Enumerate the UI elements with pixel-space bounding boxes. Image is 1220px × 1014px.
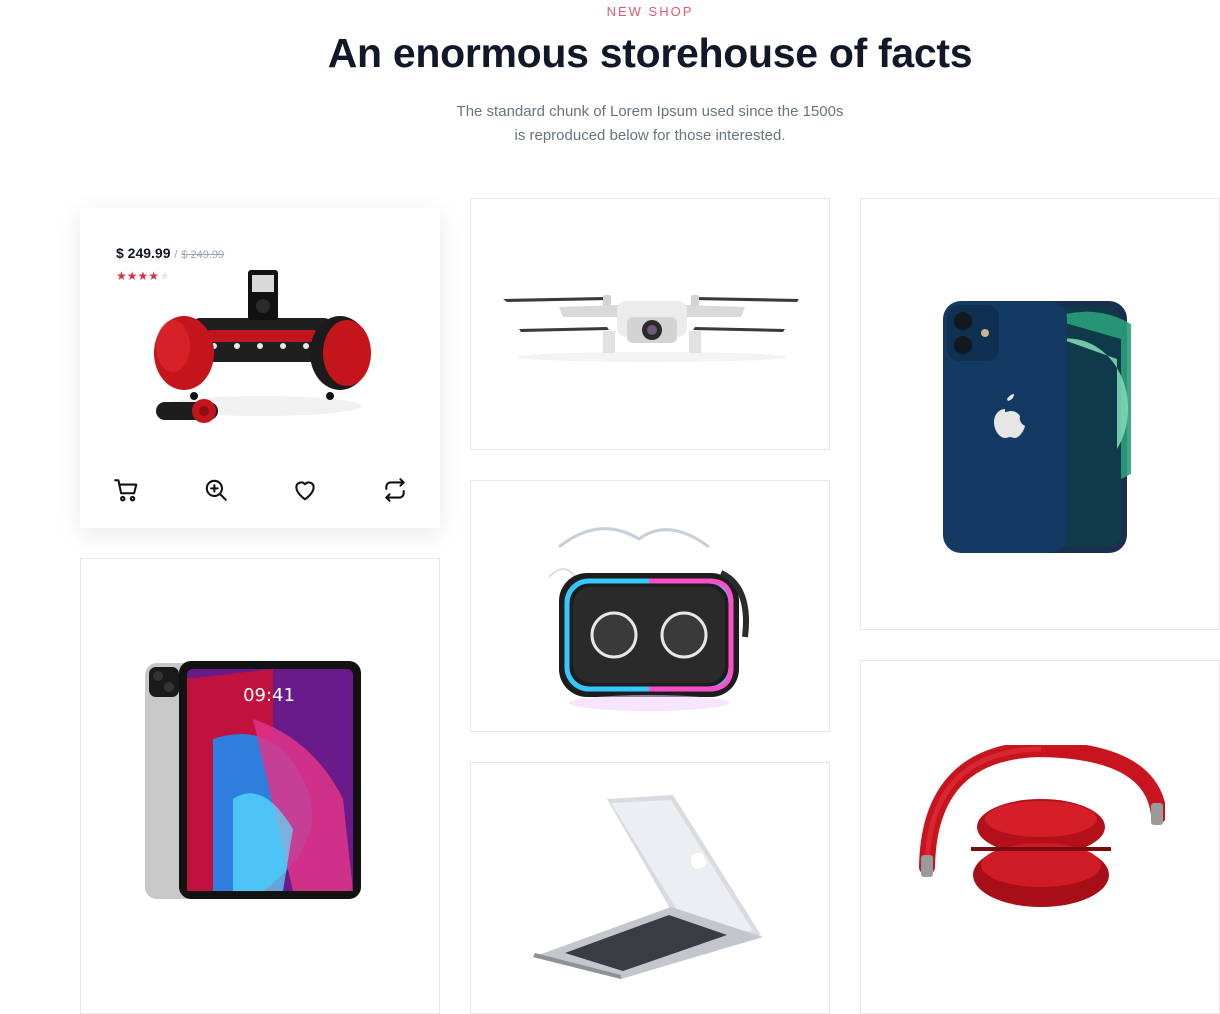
price-row: $ 249.99 / $ 249.99 — [116, 245, 224, 261]
product-card-tablet[interactable]: 09:41 — [80, 558, 440, 1014]
smartphone-image — [943, 301, 1131, 553]
product-card-smartphone[interactable] — [860, 198, 1220, 630]
drone-image — [503, 295, 799, 362]
tablet-image: 09:41 — [145, 661, 361, 899]
product-price: $ 249.99 — [116, 245, 171, 261]
product-card-bluetooth-speaker[interactable] — [470, 480, 830, 732]
section-subtitle: The standard chunk of Lorem Ipsum used s… — [456, 103, 844, 144]
star-icon: ★ — [126, 269, 138, 283]
star-icon: ★ — [137, 269, 149, 283]
quick-view-button[interactable] — [196, 470, 236, 510]
svg-text:09:41: 09:41 — [243, 685, 295, 706]
compare-button[interactable] — [375, 470, 415, 510]
section-title: An enormous storehouse of facts — [327, 30, 973, 76]
speaker-dock-image — [154, 270, 371, 423]
heart-icon — [295, 481, 315, 501]
star-icon: ★ — [116, 269, 127, 283]
section-eyebrow: NEW SHOP — [606, 4, 694, 19]
product-actions — [80, 470, 440, 510]
add-to-cart-button[interactable] — [106, 470, 146, 510]
compare-icon — [385, 478, 405, 502]
price-separator: / — [174, 249, 178, 261]
product-card-laptop[interactable] — [470, 762, 830, 1014]
bluetooth-speaker-image — [548, 527, 749, 711]
product-card-drone[interactable] — [470, 198, 830, 450]
product-card-headphones[interactable] — [860, 660, 1220, 1014]
product-card-featured[interactable]: $ 249.99 / $ 249.99 ★★★★★ — [80, 208, 440, 528]
headphones-image — [919, 745, 1165, 907]
wishlist-button[interactable] — [285, 470, 325, 510]
cart-icon — [114, 479, 138, 502]
laptop-image — [533, 795, 763, 979]
product-old-price: $ 249.99 — [181, 249, 225, 261]
zoom-in-icon — [205, 479, 227, 501]
